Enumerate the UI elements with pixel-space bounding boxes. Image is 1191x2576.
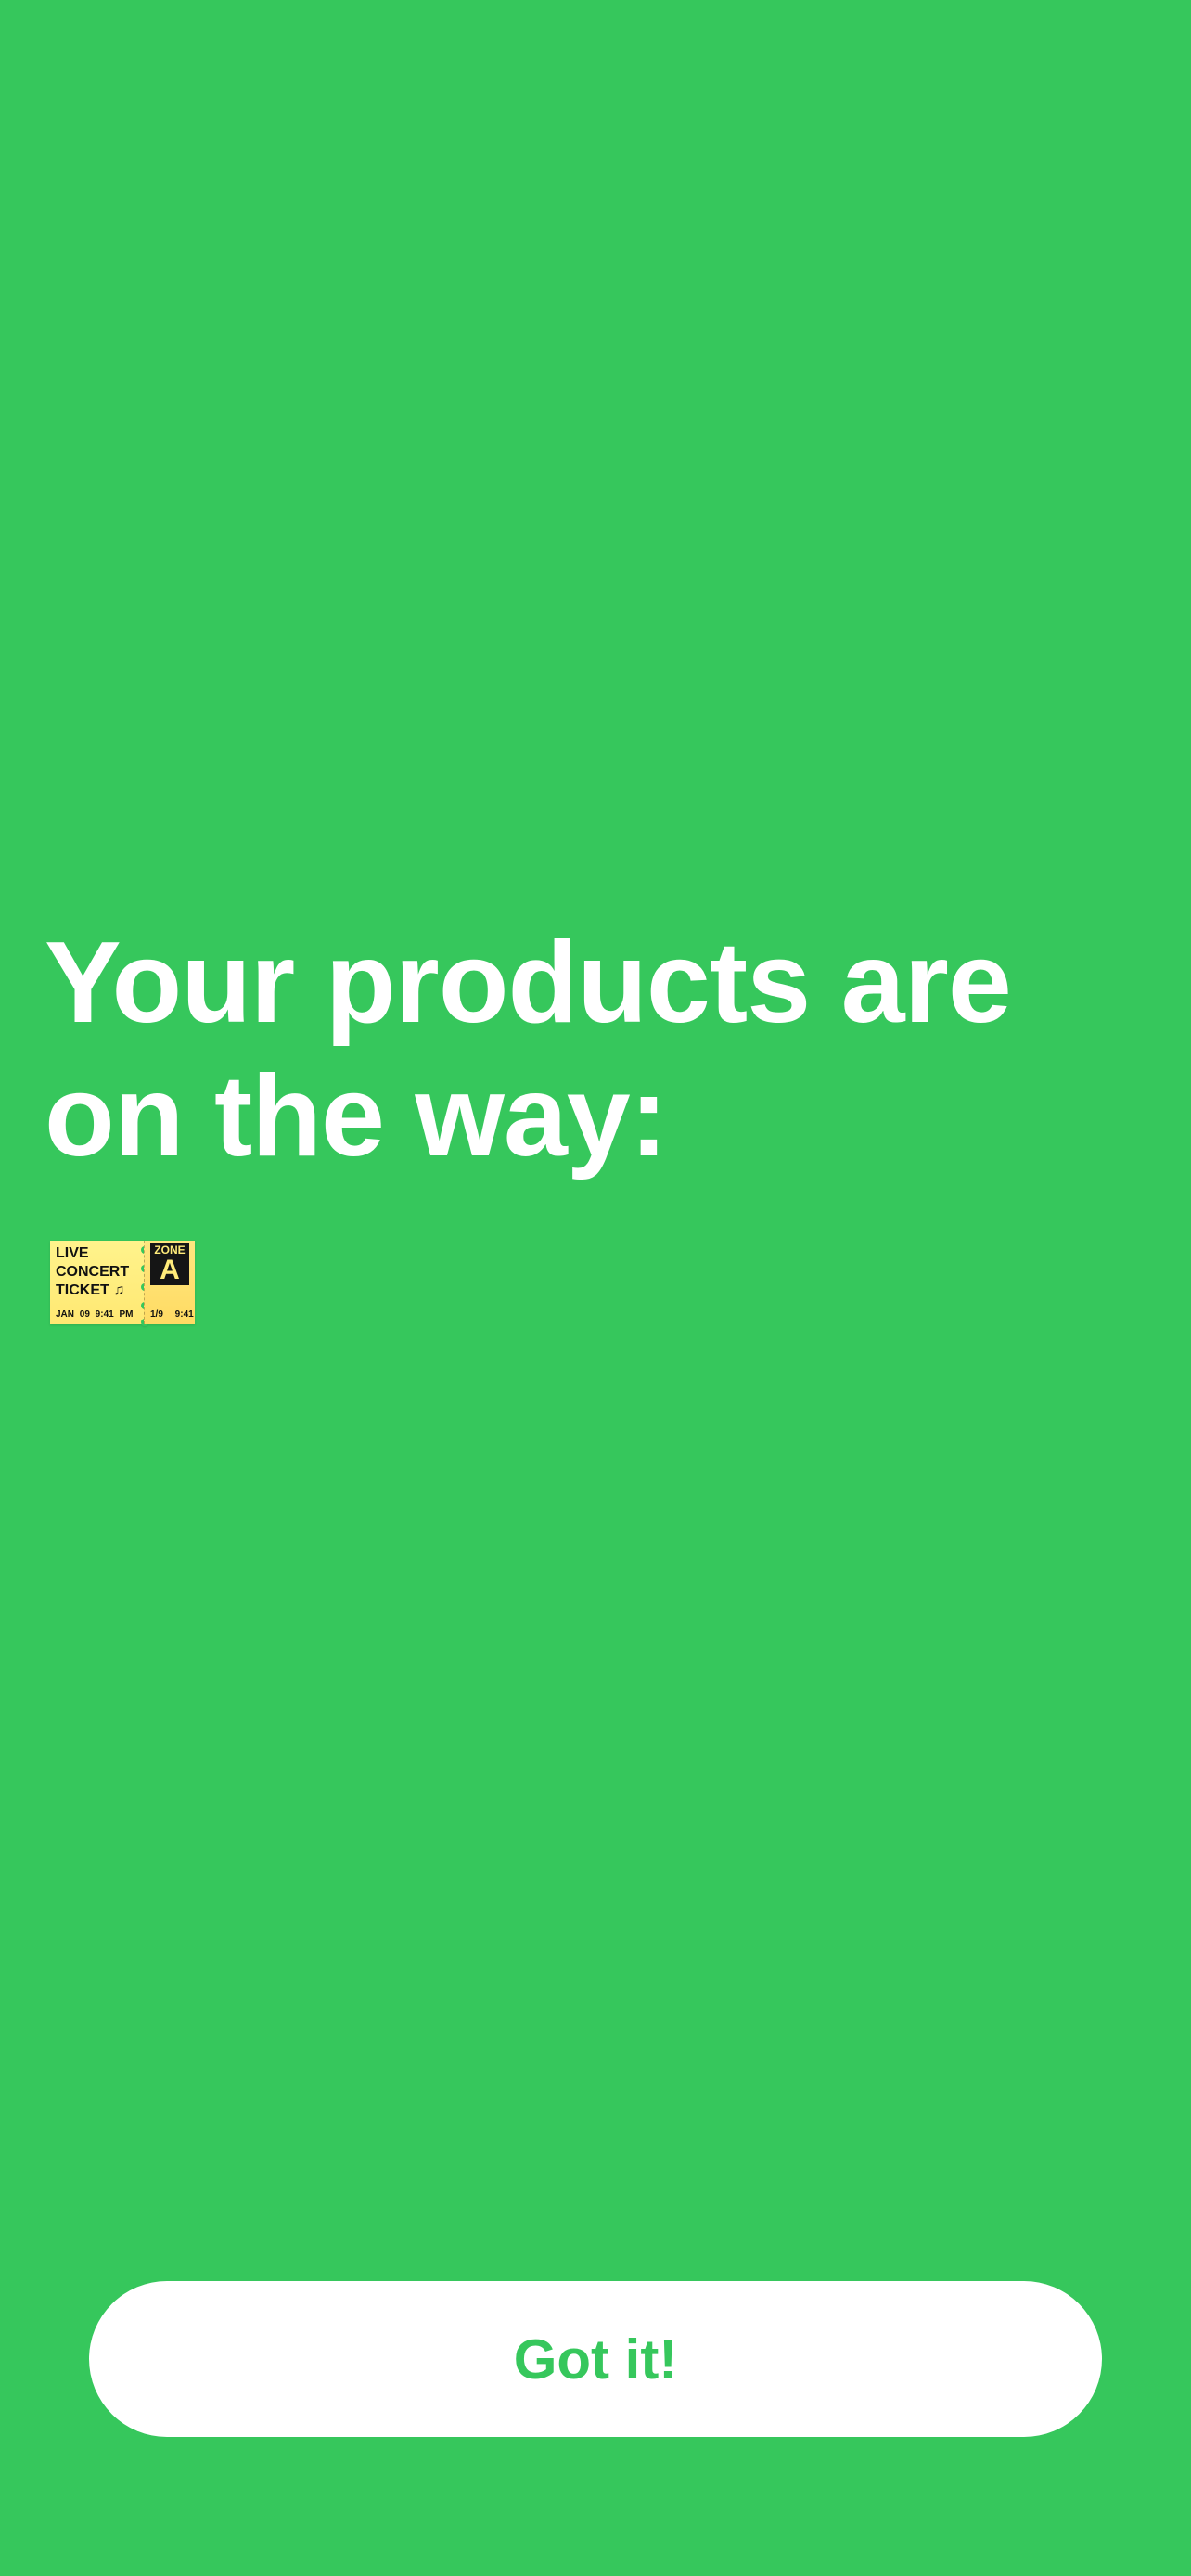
ticket-title-line: TICKET ♫ xyxy=(56,1282,125,1298)
ticket-date-time: JAN 09 9:41 PM xyxy=(56,1309,134,1320)
concert-ticket-icon: LIVE CONCERT TICKET ♫ JAN 09 9:41 PM ZON… xyxy=(50,1241,195,1326)
ticket-main-section: LIVE CONCERT TICKET ♫ JAN 09 9:41 PM xyxy=(50,1241,148,1326)
got-it-button[interactable]: Got it! xyxy=(89,2281,1102,2437)
ticket-title-line: LIVE xyxy=(56,1245,89,1261)
ticket-stub: ZONE A 1/9 9:41 xyxy=(144,1241,195,1324)
page-title: Your products are on the way: xyxy=(45,919,1012,1180)
zone-letter: A xyxy=(160,1255,180,1285)
zone-badge: ZONE A xyxy=(150,1243,189,1285)
stub-date-time: 1/9 9:41 xyxy=(150,1309,194,1320)
ticket-title-line: CONCERT xyxy=(56,1264,130,1280)
